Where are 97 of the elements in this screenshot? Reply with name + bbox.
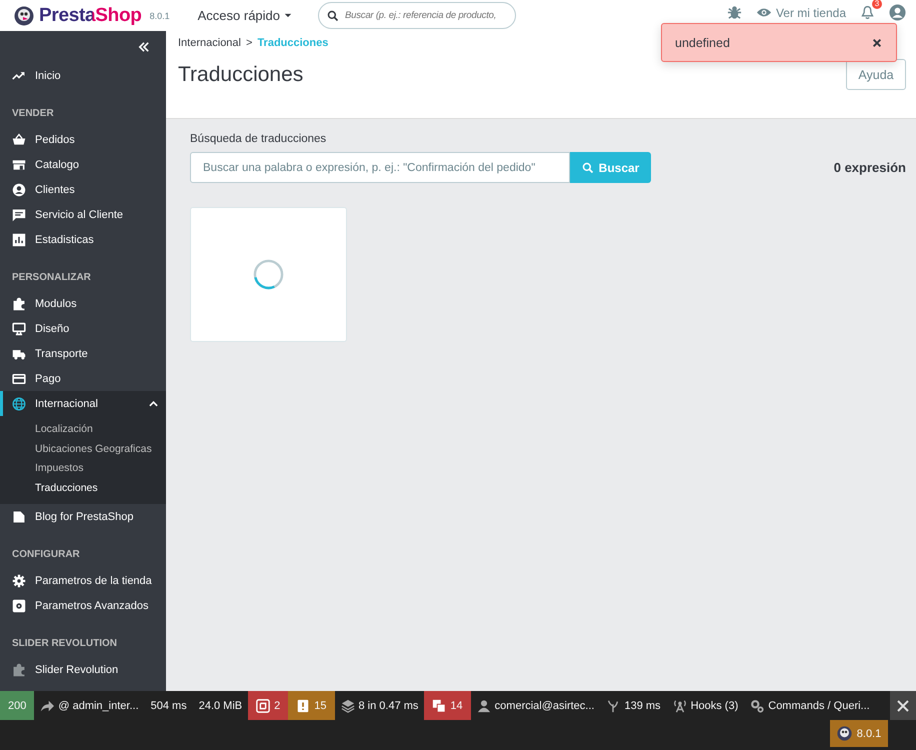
close-icon[interactable] xyxy=(872,38,882,48)
gear-square-icon xyxy=(12,598,26,612)
search-field[interactable]: Buscar una palabra o expresión, p. ej.: "Confirmación del pedido" xyxy=(190,152,570,183)
store-link-text: Ver mi tienda xyxy=(776,6,846,20)
sidebar-item[interactable]: Pedidos xyxy=(0,127,166,152)
toolbar-value: Commands / Queri... xyxy=(768,700,870,712)
globe-icon xyxy=(12,396,26,410)
store-icon xyxy=(12,158,26,172)
version-label: 8.0.1 xyxy=(150,10,170,20)
sidebar-item[interactable]: Internacional xyxy=(0,391,166,416)
caret-icon xyxy=(284,13,292,18)
toolbar-panel[interactable]: Commands / Queri... xyxy=(744,691,876,720)
search-field[interactable]: Buscar (p. ej.: referencia de producto, xyxy=(318,2,516,29)
section-heading: SLIDER REVOLUTION xyxy=(11,637,118,651)
submenu-item[interactable]: Localización xyxy=(0,420,166,440)
toolbar-panel[interactable]: 24.0 MiB xyxy=(192,691,248,720)
brand-name: PrestaShop xyxy=(39,4,142,26)
puzzle-icon xyxy=(12,296,26,310)
card-icon xyxy=(12,372,26,386)
logo-icon xyxy=(836,726,852,741)
toolbar-value: comercial@asirtec... xyxy=(494,700,594,712)
submenu-item[interactable]: Impuestos xyxy=(0,459,166,478)
toolbar-panel[interactable]: comercial@asirtec... xyxy=(470,691,600,720)
toolbar-value: 200 xyxy=(8,700,26,712)
antenna-icon xyxy=(672,698,687,712)
person-icon xyxy=(476,698,491,712)
bar-chart-icon xyxy=(12,232,26,246)
toolbar-panel[interactable]: @ admin_inter... xyxy=(34,691,145,720)
sidebar-item[interactable]: Inicio xyxy=(0,63,166,88)
monitor-icon xyxy=(12,322,26,336)
share-icon xyxy=(40,698,54,712)
sidebar-item[interactable]: Parametros Avanzados xyxy=(0,593,166,618)
toolbar-value: 24.0 MiB xyxy=(198,700,242,712)
alert-icon xyxy=(296,698,310,712)
sidebar-item[interactable]: Estadisticas xyxy=(0,227,166,252)
submenu-item[interactable]: Ubicaciones Geograficas xyxy=(0,440,166,459)
status-panel[interactable]: 14 xyxy=(424,691,471,720)
section-heading: CONFIGURAR xyxy=(11,548,81,562)
section-heading: VENDER xyxy=(11,107,55,121)
breadcrumb-link[interactable]: Internacional xyxy=(178,37,241,49)
status-panel[interactable]: 15 xyxy=(288,691,334,720)
toolbar-value: 504 ms xyxy=(150,700,187,712)
layers-icon xyxy=(340,698,354,712)
notification-badge: 3 xyxy=(872,0,882,9)
sidebar-item[interactable]: Blog for PrestaShop xyxy=(0,504,166,529)
gear-icon xyxy=(12,574,26,588)
page-title: Traducciones xyxy=(178,62,304,86)
toolbar-value: 14 xyxy=(450,700,463,712)
version-panel[interactable]: 8.0.1 xyxy=(830,720,888,747)
close-button[interactable] xyxy=(890,691,916,720)
basket-icon xyxy=(12,132,26,146)
close-icon xyxy=(897,700,909,712)
eye-icon xyxy=(756,7,772,18)
breadcrumb-separator: > xyxy=(246,37,252,49)
sidebar-item[interactable]: Catalogo xyxy=(0,152,166,177)
toolbar-panel[interactable]: Hooks (3) xyxy=(666,691,744,720)
help-button[interactable]: Ayuda xyxy=(846,59,906,90)
sidebar-item[interactable]: Clientes xyxy=(0,177,166,202)
version-label: 8.0.1 xyxy=(856,728,882,740)
alert-message: undefined xyxy=(675,36,730,50)
sidebar-item[interactable]: Servicio al Cliente xyxy=(0,202,166,227)
collapse-icon[interactable] xyxy=(138,42,150,52)
sidebar-item[interactable]: Parametros de la tienda xyxy=(0,568,166,593)
file-icon xyxy=(12,510,26,524)
submenu-item[interactable]: Traducciones xyxy=(0,478,166,498)
toolbar-value: Hooks (3) xyxy=(690,700,738,712)
sidebar-item[interactable]: Slider Revolution xyxy=(0,657,166,682)
section-heading: PERSONALIZAR xyxy=(11,271,92,285)
store-link[interactable]: Ver mi tienda xyxy=(756,6,846,20)
bell-icon[interactable] xyxy=(860,5,875,20)
sidebar-item[interactable]: Pago xyxy=(0,366,166,391)
spinner-icon xyxy=(253,259,284,290)
sidebar-item[interactable]: Transporte xyxy=(0,341,166,366)
bug-icon[interactable] xyxy=(726,5,742,20)
user-avatar-icon[interactable] xyxy=(889,4,906,21)
status-panel[interactable]: 200 xyxy=(0,691,34,720)
toolbar-value: 2 xyxy=(274,700,280,712)
puzzle-icon xyxy=(12,662,26,676)
chat-icon xyxy=(12,208,26,222)
field-label: Búsqueda de traducciones xyxy=(190,133,328,145)
toolbar-value: 15 xyxy=(314,700,326,712)
toolbar-value: 8 in 0.47 ms xyxy=(358,700,418,712)
quick-access-menu[interactable]: Acceso rápido xyxy=(198,8,292,23)
result-count: 0 expresión xyxy=(834,160,906,175)
sidebar-item[interactable]: Diseño xyxy=(0,316,166,341)
toolbar-value: @ admin_inter... xyxy=(58,700,139,712)
chevron-icon[interactable] xyxy=(149,400,158,406)
toolbar-panel[interactable]: 504 ms xyxy=(144,691,193,720)
status-panel[interactable]: 2 xyxy=(248,691,288,720)
search-icon xyxy=(582,162,594,174)
toolbar-panel[interactable]: 8 in 0.47 ms xyxy=(334,691,424,720)
sidebar-item[interactable]: Modulos xyxy=(0,291,166,316)
toolbar-value: 139 ms xyxy=(624,700,661,712)
logo-icon xyxy=(14,6,34,26)
toolbar-panel[interactable]: 139 ms xyxy=(600,691,667,720)
user-icon xyxy=(12,182,26,196)
gears-icon xyxy=(750,698,764,712)
